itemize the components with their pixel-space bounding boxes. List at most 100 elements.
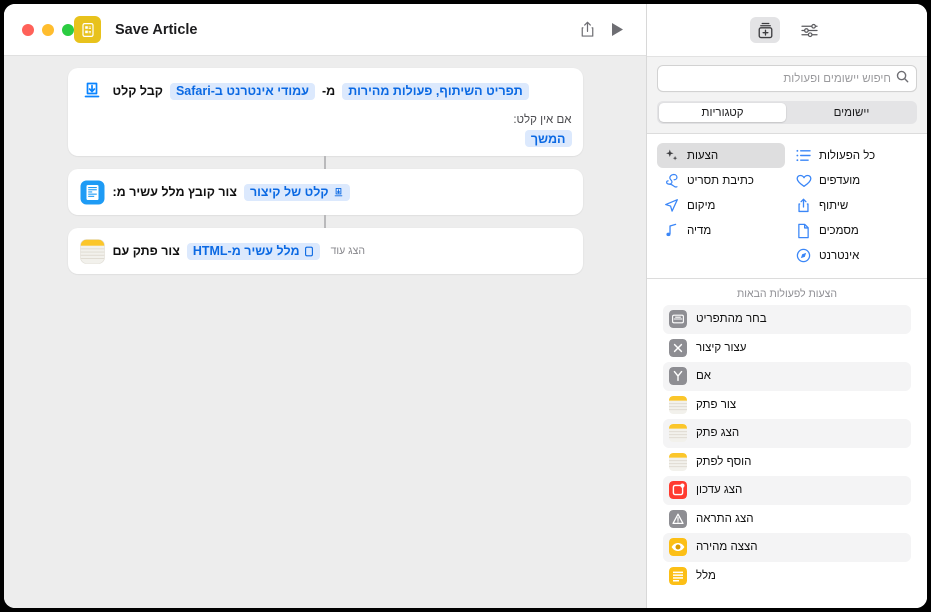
action-card-create-note[interactable]: צור פתק עם מלל עשיר מ-HTML הצג עוד: [67, 228, 583, 274]
category-item-all-actions[interactable]: כל הפעולות: [789, 143, 917, 168]
category-label: מועדפים: [819, 174, 861, 187]
action-separator: מ-: [321, 84, 336, 98]
category-item-scripting[interactable]: כתיבת תסריט: [657, 168, 785, 193]
document-title: Save Article: [115, 21, 198, 38]
action-card-receive-input[interactable]: קבל קלט עמודי אינטרנט ב-Safari מ- תפריט …: [67, 68, 583, 156]
category-label: מדיה: [687, 224, 712, 237]
category-label: הצעות: [687, 149, 719, 162]
token-shortcut-input[interactable]: קלט של קיצור: [243, 183, 350, 201]
list-item[interactable]: אם: [663, 362, 911, 391]
list-item-label: הצג עדכון: [696, 484, 743, 497]
category-item-documents[interactable]: מסמכים: [789, 218, 917, 243]
list-item[interactable]: הצצה מהירה: [663, 533, 911, 562]
list-item[interactable]: הצג עדכון: [663, 476, 911, 505]
category-item-internet[interactable]: אינטרנט: [789, 243, 917, 268]
play-icon[interactable]: [602, 16, 632, 44]
action-label: קבל קלט: [112, 84, 163, 98]
share-icon: [795, 197, 812, 214]
main-panel: Save Article קבל קלט עמודי אינטרנט ב-Saf…: [4, 4, 646, 608]
token-input-origin[interactable]: תפריט השיתוף, פעולות מהירות: [342, 82, 529, 100]
stop-shortcut-icon: [669, 338, 687, 357]
rich-text-doc-icon: [79, 179, 106, 206]
workflow-canvas: קבל קלט עמודי אינטרנט ב-Safari מ- תפריט …: [4, 56, 646, 608]
search-placeholder: חיפוש יישומים ופעולות: [783, 72, 891, 85]
search-icon: [896, 70, 909, 88]
heart-icon: [795, 172, 812, 189]
text-icon: [669, 566, 687, 585]
shortcut-glyph-icon[interactable]: [74, 16, 101, 43]
list-item[interactable]: מלל: [663, 562, 911, 591]
category-label: שיתוף: [819, 199, 849, 212]
category-item-suggestions[interactable]: הצעות: [657, 143, 785, 168]
variable-icon: [304, 246, 314, 257]
card-connector: [324, 215, 326, 228]
action-card-header: קבל קלט עמודי אינטרנט ב-Safari מ- תפריט …: [79, 77, 572, 105]
notes-app-icon: [79, 238, 106, 265]
list-item-label: מלל: [696, 569, 716, 582]
list-item[interactable]: עצור קיצור: [663, 334, 911, 363]
category-item-location[interactable]: מיקום: [657, 193, 785, 218]
list-item[interactable]: הוסף לפתק: [663, 448, 911, 477]
if-branch-icon: [669, 367, 687, 386]
search-input[interactable]: חיפוש יישומים ופעולות: [657, 65, 917, 92]
quick-look-icon: [669, 538, 687, 557]
list-item-label: הוסף לפתק: [696, 455, 752, 468]
music-note-icon: [663, 222, 680, 239]
category-item-media[interactable]: מדיה: [657, 218, 785, 243]
sparkles-icon: [663, 147, 680, 164]
menu-select-icon: [669, 310, 687, 329]
list-item[interactable]: צור פתק: [663, 391, 911, 420]
show-more-button[interactable]: הצג עוד: [327, 245, 365, 257]
share-icon[interactable]: [572, 16, 602, 44]
no-input-label: אם אין קלט:: [513, 114, 572, 126]
segment-apps[interactable]: יישומים: [788, 103, 915, 122]
list-item-label: הצג פתק: [696, 427, 740, 440]
add-action-icon[interactable]: [750, 17, 780, 43]
alert-icon: [669, 509, 687, 528]
input-icon: [333, 187, 344, 198]
close-button[interactable]: [22, 23, 34, 36]
action-card-make-rich-text[interactable]: צור קובץ מלל עשיר מ: קלט של קיצור: [67, 169, 583, 215]
category-label: מסמכים: [819, 224, 859, 237]
list-item-label: צור פתק: [696, 398, 737, 411]
document-icon: [795, 222, 812, 239]
token-no-input-behavior[interactable]: המשך: [524, 130, 572, 147]
category-label: מיקום: [687, 199, 716, 212]
minimize-button[interactable]: [42, 23, 54, 36]
category-item-empty: [657, 243, 785, 268]
token-input-source[interactable]: עמודי אינטרנט ב-Safari: [169, 82, 315, 100]
category-item-favorites[interactable]: מועדפים: [789, 168, 917, 193]
category-grid: כל הפעולות הצעות מועדפים כתיבת תסריט שית…: [657, 143, 917, 268]
library-segmented-control[interactable]: יישומים קטגוריות: [657, 101, 917, 124]
list-item[interactable]: בחר מהתפריט: [663, 305, 911, 334]
list-item-label: בחר מהתפריט: [696, 313, 767, 326]
list-item-label: עצור קיצור: [696, 341, 747, 354]
list-item-label: הצצה מהירה: [696, 541, 758, 554]
sidebar-toolbar: [647, 4, 927, 56]
sidebar-search-zone: חיפוש יישומים ופעולות יישומים קטגוריות: [647, 56, 927, 134]
zoom-button[interactable]: [62, 23, 74, 36]
script-icon: [663, 172, 680, 189]
category-label: כתיבת תסריט: [687, 174, 754, 187]
window-traffic-lights[interactable]: [22, 23, 74, 36]
notes-icon: [669, 395, 687, 414]
card-connector: [324, 156, 326, 169]
list-item-label: הצג התראה: [696, 512, 754, 525]
action-label: צור קובץ מלל עשיר מ:: [112, 185, 237, 199]
token-note-body[interactable]: מלל עשיר מ-HTML: [186, 242, 320, 260]
list-icon: [795, 147, 812, 164]
segment-categories[interactable]: קטגוריות: [659, 103, 786, 122]
category-item-sharing[interactable]: שיתוף: [789, 193, 917, 218]
list-item[interactable]: הצג התראה: [663, 505, 911, 534]
suggestions-title: הצעות לפעולות הבאות: [737, 288, 837, 300]
library-sidebar: חיפוש יישומים ופעולות יישומים קטגוריות כ…: [646, 4, 927, 608]
category-list: כל הפעולות הצעות מועדפים כתיבת תסריט שית…: [647, 134, 927, 279]
category-label: כל הפעולות: [819, 149, 876, 162]
compass-icon: [795, 247, 812, 264]
notes-icon: [669, 452, 687, 471]
receive-input-icon: [79, 78, 106, 105]
sliders-icon[interactable]: [794, 17, 824, 43]
list-item[interactable]: הצג פתק: [663, 419, 911, 448]
shortcuts-window: Save Article קבל קלט עמודי אינטרנט ב-Saf…: [4, 4, 927, 608]
notes-icon: [669, 424, 687, 443]
